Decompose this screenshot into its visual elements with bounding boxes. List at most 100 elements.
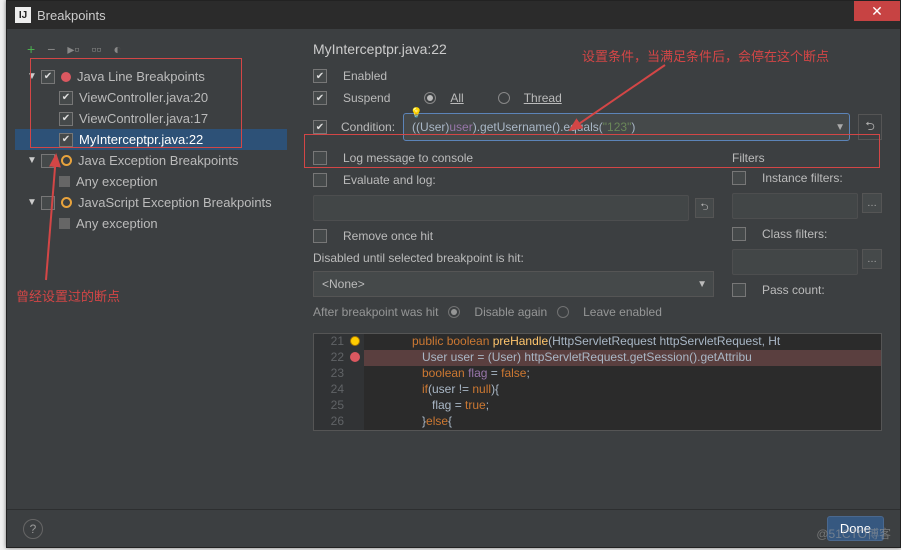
evaluate-log-label: Evaluate and log: (343, 173, 436, 187)
pass-count-label: Pass count: (762, 283, 825, 297)
breakpoint-item-selected[interactable]: MyInterceptpr.java:22 (15, 129, 287, 150)
group-icon[interactable]: ▸▫ (67, 41, 79, 58)
gutter: 24 (314, 382, 364, 398)
titlebar: IJ Breakpoints ✕ (7, 1, 900, 29)
radio-all-label: All (450, 91, 463, 105)
breakpoint-item[interactable]: ViewController.java:20 (15, 87, 287, 108)
breakpoint-item[interactable]: Any exception (15, 213, 287, 234)
suspend-checkbox[interactable] (313, 91, 327, 105)
checkbox[interactable] (59, 91, 73, 105)
remove-once-label: Remove once hit (343, 229, 433, 243)
disabled-until-label: Disabled until selected breakpoint is hi… (313, 251, 714, 265)
breakpoint-icon (61, 72, 71, 82)
category-js-exception[interactable]: ▼ JavaScript Exception Breakpoints (15, 192, 287, 213)
log-message-checkbox[interactable] (313, 151, 327, 165)
dialog-footer: ? Done (7, 509, 900, 547)
exception-icon (61, 155, 72, 166)
radio-disable-again-label: Disable again (474, 305, 547, 319)
sidebar-toolbar: + − ▸▫ ▫▫ ◐ (15, 41, 287, 58)
gutter: 21 (314, 334, 364, 350)
checkbox[interactable] (59, 133, 73, 147)
class-filters-input[interactable] (732, 249, 858, 275)
view-icon[interactable]: ▫▫ (91, 41, 101, 58)
history-button[interactable]: ⮌ (695, 198, 714, 218)
add-icon[interactable]: + (27, 41, 35, 58)
gutter: 23 (314, 366, 364, 382)
breakpoint-item[interactable]: Any exception (15, 171, 287, 192)
evaluate-log-input[interactable] (313, 195, 689, 221)
checkbox[interactable] (59, 112, 73, 126)
remove-icon[interactable]: − (47, 41, 55, 58)
checkbox[interactable] (59, 218, 70, 229)
breakpoint-item[interactable]: ViewController.java:17 (15, 108, 287, 129)
refresh-icon[interactable]: ◐ (113, 41, 121, 58)
checkbox[interactable] (41, 196, 55, 210)
pass-count-checkbox[interactable] (732, 283, 746, 297)
instance-filters-input[interactable] (732, 193, 858, 219)
condition-checkbox[interactable] (313, 120, 327, 134)
history-button[interactable]: ⮌ (858, 114, 882, 140)
category-line-breakpoints[interactable]: ▼ Java Line Breakpoints (15, 66, 287, 87)
suspend-row: Suspend All Thread (313, 91, 882, 105)
condition-label: Condition: (341, 120, 395, 134)
dropdown-icon[interactable]: ▼ (835, 122, 845, 133)
enabled-label: Enabled (343, 69, 387, 83)
expand-icon[interactable]: ▼ (27, 71, 39, 82)
sidebar: + − ▸▫ ▫▫ ◐ ▼ Java Line Breakpoints View… (7, 29, 295, 509)
page-title: MyInterceptpr.java:22 (313, 41, 882, 57)
instance-filters-label: Instance filters: (762, 171, 843, 185)
checkbox[interactable] (41, 154, 55, 168)
radio-thread-label: Thread (524, 91, 562, 105)
breakpoint-tree: ▼ Java Line Breakpoints ViewController.j… (15, 66, 287, 234)
close-button[interactable]: ✕ (854, 1, 900, 21)
code-preview[interactable]: 21 public boolean preHandle(HttpServletR… (313, 333, 882, 431)
class-filters-checkbox[interactable] (732, 227, 746, 241)
radio-leave-enabled[interactable] (557, 306, 569, 318)
evaluate-log-checkbox[interactable] (313, 173, 327, 187)
dialog-window: IJ Breakpoints ✕ + − ▸▫ ▫▫ ◐ ▼ Java Line… (6, 0, 901, 548)
tree-label: JavaScript Exception Breakpoints (78, 195, 272, 210)
remove-once-checkbox[interactable] (313, 229, 327, 243)
checkbox[interactable] (59, 176, 70, 187)
log-message-label: Log message to console (343, 151, 473, 165)
content-area: + − ▸▫ ▫▫ ◐ ▼ Java Line Breakpoints View… (7, 29, 900, 509)
enabled-checkbox[interactable] (313, 69, 327, 83)
expand-icon[interactable]: ▼ (27, 197, 39, 208)
after-hit-label: After breakpoint was hit (313, 305, 438, 319)
tree-label: ViewController.java:20 (79, 90, 208, 105)
help-button[interactable]: ? (23, 519, 43, 539)
exception-icon (61, 197, 72, 208)
browse-button[interactable]: … (862, 249, 882, 269)
app-icon: IJ (15, 7, 31, 23)
gutter: 25 (314, 398, 364, 414)
enabled-row: Enabled (313, 69, 882, 83)
tree-label: ViewController.java:17 (79, 111, 208, 126)
expand-icon[interactable]: ▼ (27, 155, 39, 166)
radio-disable-again[interactable] (448, 306, 460, 318)
watermark: @51CTO博客 (816, 525, 891, 542)
tree-label: Java Exception Breakpoints (78, 153, 238, 168)
browse-button[interactable]: … (862, 193, 882, 213)
tree-label: Java Line Breakpoints (77, 69, 205, 84)
breakpoint-detail: MyInterceptpr.java:22 Enabled Suspend Al… (295, 29, 900, 509)
radio-leave-enabled-label: Leave enabled (583, 305, 662, 319)
filters-heading: Filters (732, 151, 882, 165)
radio-thread[interactable] (498, 92, 510, 104)
instance-filters-checkbox[interactable] (732, 171, 746, 185)
tree-label: Any exception (76, 174, 158, 189)
tree-label: MyInterceptpr.java:22 (79, 132, 203, 147)
window-title: Breakpoints (37, 8, 106, 23)
gutter: 26 (314, 414, 364, 430)
category-java-exception[interactable]: ▼ Java Exception Breakpoints (15, 150, 287, 171)
checkbox[interactable] (41, 70, 55, 84)
class-filters-label: Class filters: (762, 227, 827, 241)
radio-all[interactable] (424, 92, 436, 104)
suspend-label: Suspend (343, 91, 390, 105)
gutter-bulb-icon (350, 336, 360, 346)
bulb-icon: 💡 (410, 108, 422, 119)
condition-input[interactable]: 💡 ((User) user).getUsername().equals("12… (403, 113, 850, 141)
disabled-until-select[interactable]: <None> ▼ (313, 271, 714, 297)
gutter-breakpoint-icon[interactable] (350, 352, 360, 362)
gutter: 22 (314, 350, 364, 366)
dropdown-icon: ▼ (697, 279, 707, 290)
